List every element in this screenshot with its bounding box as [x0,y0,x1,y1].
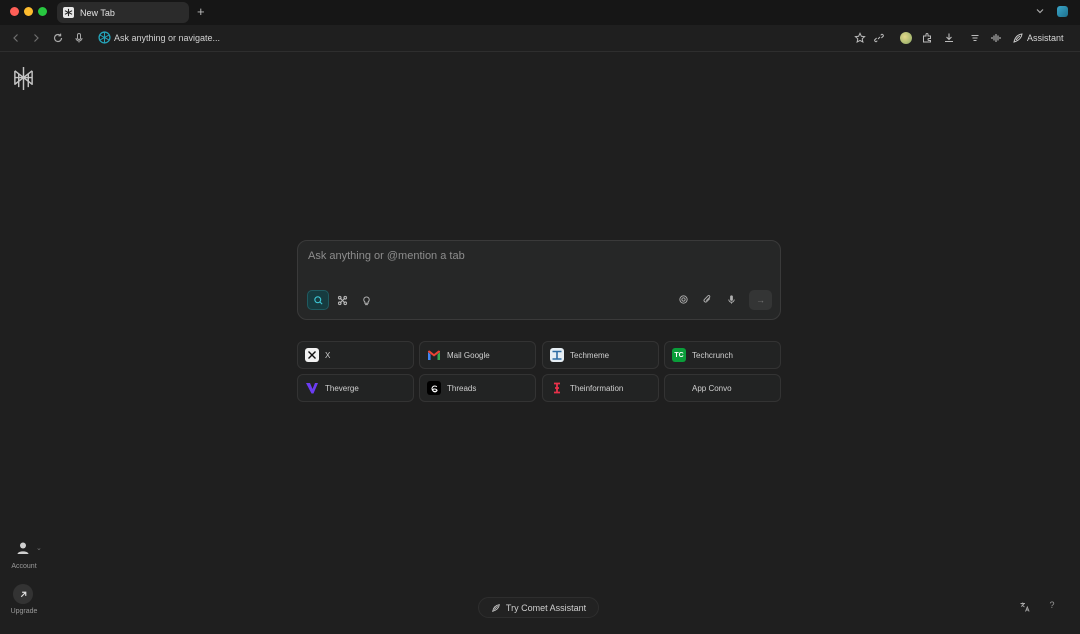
account-icon[interactable] [15,540,31,556]
menu-icon[interactable] [969,32,981,44]
shortcut-theverge[interactable]: Theverge [297,374,414,402]
shortcut-label: App Convo [692,383,732,393]
tab-title: New Tab [80,7,115,18]
shortcut-label: Theverge [325,383,359,393]
try-assistant-label: Try Comet Assistant [505,602,587,613]
focus-mode-button[interactable] [331,290,353,310]
address-bar[interactable]: Ask anything or navigate... [114,33,220,43]
search-card: → [297,240,781,320]
microphone-icon[interactable] [73,32,85,44]
toolbar: Ask anything or navigate... Assistant [0,25,1080,52]
try-comet-assistant-button[interactable]: Try Comet Assistant [478,597,599,618]
account-chevron-icon[interactable]: ⌄ [36,544,42,552]
link-icon[interactable] [873,32,885,44]
assistant-button[interactable]: Assistant [1027,33,1064,43]
tab-strip: New Tab + [0,0,1080,25]
verge-icon [305,381,319,395]
search-mode-button[interactable] [307,290,329,310]
shortcut-techcrunch[interactable]: TC Techcrunch [664,341,781,369]
forward-icon[interactable] [30,32,42,44]
shortcut-techmeme[interactable]: Techmeme [542,341,659,369]
submit-button[interactable]: → [749,290,772,310]
techcrunch-icon: TC [672,348,686,362]
star-icon[interactable] [854,32,866,44]
blank-favicon-icon [672,381,686,395]
assistant-icon[interactable] [1012,32,1024,44]
upgrade-label: Upgrade [10,608,38,615]
window-maximize-button[interactable] [38,7,47,16]
download-icon[interactable] [943,32,955,44]
search-icon [313,295,323,305]
shortcut-label: Techmeme [570,350,610,360]
audio-wave-icon[interactable] [990,32,1002,44]
gmail-icon [427,348,441,362]
lightbulb-icon [362,295,370,305]
shortcut-label: Mail Google [447,350,490,360]
shortcut-mail-google[interactable]: Mail Google [419,341,536,369]
techmeme-icon [550,348,564,362]
window-close-button[interactable] [10,7,19,16]
shortcut-label: X [325,350,331,360]
perplexity-logo-icon[interactable] [12,66,35,91]
paperclip-icon [703,294,710,303]
extensions-icon[interactable] [921,32,933,44]
source-button[interactable] [676,292,690,306]
search-input[interactable] [308,250,728,262]
extension-avatar-icon[interactable] [900,32,912,44]
x-logo-icon [305,348,319,362]
assistant-icon [492,603,500,612]
comet-favicon-icon [63,7,74,18]
shortcut-label: Techcrunch [692,350,733,360]
comet-logo-icon [98,31,111,44]
threads-icon [427,381,441,395]
back-icon[interactable] [10,32,22,44]
shortcut-label: Theinformation [570,383,624,393]
shortcut-label: Threads [447,383,477,393]
new-tab-button[interactable]: + [197,4,205,20]
voice-button[interactable] [724,292,738,306]
upgrade-button[interactable] [13,584,33,604]
globe-icon [678,294,688,304]
attach-button[interactable] [700,292,714,306]
profile-icon[interactable] [1057,6,1068,17]
window-minimize-button[interactable] [24,7,33,16]
shortcut-threads[interactable]: Threads [419,374,536,402]
shortcut-app-convo[interactable]: App Convo [664,374,781,402]
shortcut-theinformation[interactable]: Theinformation [542,374,659,402]
theinformation-icon [550,381,564,395]
focus-grid-icon [337,295,347,305]
help-button[interactable]: ? [1046,600,1058,610]
ideas-mode-button[interactable] [355,290,377,310]
arrow-up-right-icon [20,591,26,597]
tab-new-tab[interactable]: New Tab [57,2,189,23]
shortcut-x[interactable]: X [297,341,414,369]
account-label: Account [11,563,37,570]
reload-icon[interactable] [52,32,64,44]
translate-icon[interactable] [1019,601,1031,613]
tab-list-chevron-icon[interactable] [1035,6,1045,16]
microphone-icon [727,294,735,304]
